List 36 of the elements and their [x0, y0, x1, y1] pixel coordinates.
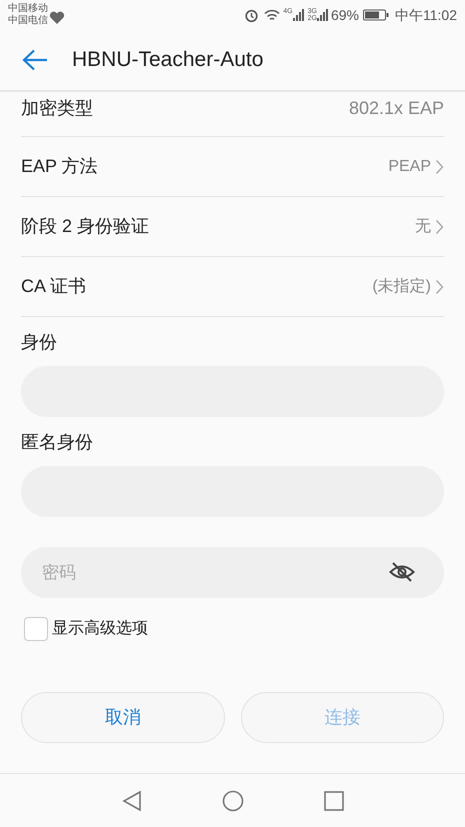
chevron-right-icon: [435, 278, 444, 294]
battery-icon: [363, 9, 389, 21]
eye-slash-icon[interactable]: [389, 562, 415, 582]
setting-value: (未指定): [372, 276, 431, 296]
field-label: 身份: [21, 331, 58, 354]
checkbox[interactable]: [24, 617, 48, 641]
setting-label: 阶段 2 身份验证: [21, 215, 150, 238]
dialog-button[interactable]: 取消: [21, 692, 224, 743]
status-time: 中午11:02: [395, 6, 457, 24]
setting-value: PEAP: [388, 156, 431, 176]
back-triangle-icon[interactable]: [122, 790, 142, 812]
setting-value: 802.1x EAP: [348, 96, 444, 120]
checkbox-label: 显示高级选项: [52, 618, 148, 639]
settings-row[interactable]: EAP 方法 PEAP: [21, 137, 444, 197]
field-label: 匿名身份: [21, 431, 94, 454]
carrier-name: 中国电信: [8, 15, 48, 27]
setting-label: CA 证书: [21, 275, 86, 298]
home-circle-icon[interactable]: [222, 790, 244, 812]
alarm-icon: [244, 8, 260, 22]
square-icon[interactable]: [324, 790, 344, 810]
signal-icon: [292, 9, 305, 21]
setting-value: 无: [415, 216, 431, 236]
carrier-name: 中国移动: [8, 3, 48, 14]
settings-row[interactable]: CA 证书 (未指定): [21, 257, 444, 317]
setting-label: EAP 方法: [21, 155, 98, 178]
back-arrow-icon[interactable]: [22, 49, 48, 71]
wifi-icon: [264, 8, 280, 22]
password-field[interactable]: 密码: [21, 547, 444, 598]
setting-label: 加密类型: [21, 96, 93, 120]
chevron-right-icon: [435, 158, 444, 174]
page-title: HBNU-Teacher-Auto: [72, 47, 264, 74]
battery-percentage: 69%: [330, 6, 359, 24]
chevron-right-icon: [435, 218, 444, 234]
heart-icon: [49, 11, 65, 25]
settings-row[interactable]: 阶段 2 身份验证 无: [21, 197, 444, 257]
signal-icon: [316, 9, 329, 21]
